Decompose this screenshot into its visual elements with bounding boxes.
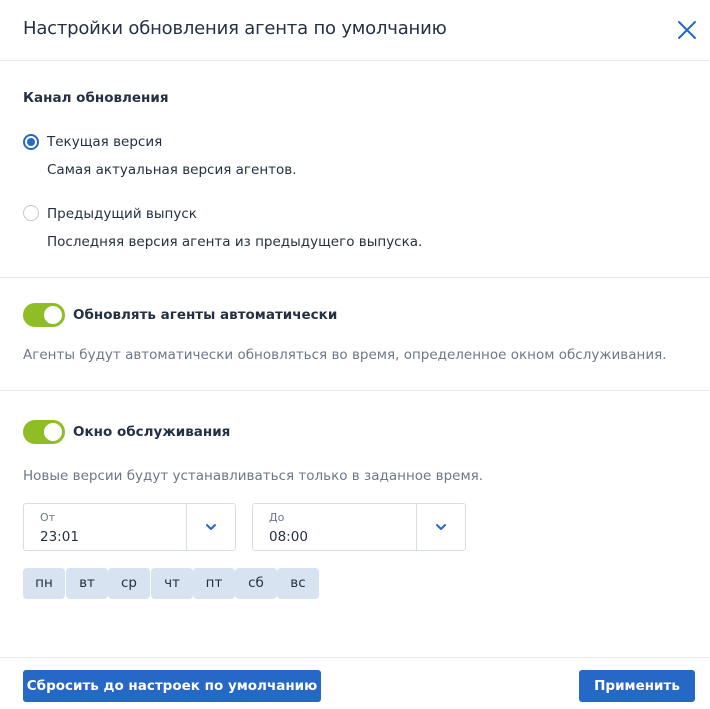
- previous-release-description: Последняя версия агента из предыдущего в…: [47, 234, 423, 250]
- to-time-dropdown-button[interactable]: [416, 504, 465, 550]
- day-chip-fri[interactable]: пт: [193, 568, 235, 599]
- to-time-field[interactable]: До 08:00: [252, 503, 466, 551]
- toggle-knob: [44, 306, 62, 324]
- radio-current-version[interactable]: [23, 134, 39, 150]
- reset-defaults-button[interactable]: Сбросить до настроек по умолчанию: [23, 670, 321, 702]
- auto-update-description: Агенты будут автоматически обновляться в…: [23, 347, 667, 363]
- radio-current-version-label[interactable]: Текущая версия: [47, 134, 162, 150]
- radio-previous-release[interactable]: [23, 205, 39, 221]
- toggle-knob: [44, 423, 62, 441]
- close-icon[interactable]: [675, 18, 699, 42]
- chevron-down-icon: [436, 524, 446, 530]
- dialog-header: Настройки обновления агента по умолчанию: [0, 0, 710, 61]
- current-version-description: Самая актуальная версия агентов.: [47, 162, 297, 178]
- maintenance-window-toggle[interactable]: [23, 420, 65, 444]
- to-time-caption: До: [269, 511, 285, 524]
- from-time-field[interactable]: От 23:01: [23, 503, 236, 551]
- from-time-dropdown-button[interactable]: [186, 504, 235, 550]
- apply-button[interactable]: Применить: [579, 670, 695, 702]
- day-chip-thu[interactable]: чт: [151, 568, 193, 599]
- auto-update-label: Обновлять агенты автоматически: [73, 307, 338, 323]
- maintenance-window-label: Окно обслуживания: [73, 424, 231, 440]
- divider: [0, 277, 710, 278]
- from-time-value[interactable]: 23:01: [40, 529, 79, 545]
- divider: [0, 390, 710, 391]
- auto-update-toggle[interactable]: [23, 303, 65, 327]
- day-chip-mon[interactable]: пн: [23, 568, 65, 599]
- day-chip-wed[interactable]: ср: [108, 568, 150, 599]
- dialog-footer: Сбросить до настроек по умолчанию Примен…: [0, 657, 710, 709]
- dialog-title: Настройки обновления агента по умолчанию: [23, 18, 447, 39]
- radio-previous-release-label[interactable]: Предыдущий выпуск: [47, 206, 197, 222]
- from-time-caption: От: [40, 511, 56, 524]
- update-channel-heading: Канал обновления: [23, 90, 169, 106]
- chevron-down-icon: [206, 524, 216, 530]
- day-chip-sat[interactable]: сб: [235, 568, 277, 599]
- maintenance-window-description: Новые версии будут устанавливаться тольк…: [23, 468, 484, 484]
- day-chip-sun[interactable]: вс: [277, 568, 319, 599]
- day-chip-tue[interactable]: вт: [66, 568, 108, 599]
- to-time-value[interactable]: 08:00: [269, 529, 308, 545]
